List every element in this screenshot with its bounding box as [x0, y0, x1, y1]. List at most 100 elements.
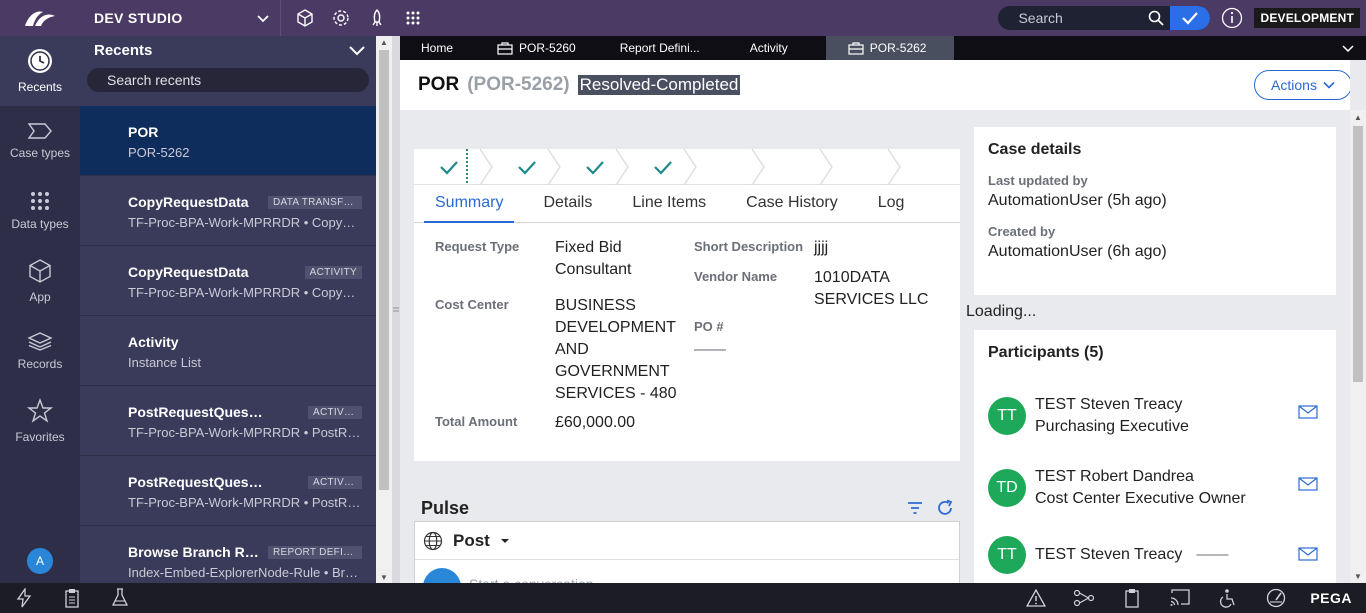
accessibility-button[interactable] — [1204, 583, 1252, 613]
case-side-column: Case details Last updated by AutomationU… — [966, 127, 1336, 583]
filter-icon[interactable] — [906, 500, 924, 516]
globe-icon — [423, 531, 443, 550]
scroll-down-icon[interactable]: ▼ — [376, 571, 392, 583]
scrollbar-thumb[interactable] — [1353, 126, 1363, 382]
rail-item-case-types[interactable]: Case types — [0, 106, 80, 176]
tab-overflow-button[interactable] — [1342, 41, 1366, 55]
chevron-down-icon[interactable] — [348, 44, 366, 56]
recent-item[interactable]: POR POR-5262 — [80, 106, 376, 176]
stage-chevron[interactable] — [547, 148, 561, 185]
case-details-card: Case details Last updated by AutomationU… — [974, 127, 1336, 295]
recents-header[interactable]: Recents — [80, 36, 376, 64]
search-icon[interactable] — [1142, 10, 1170, 26]
po-number-value: —— — [694, 341, 726, 358]
last-updated-label: Last updated by — [988, 173, 1088, 188]
stage-chevron[interactable] — [887, 148, 901, 185]
participant-role: —— — [1196, 546, 1229, 563]
deploy-button[interactable] — [359, 0, 395, 36]
work-tab-label: Report Defini... — [619, 41, 700, 55]
last-updated-value: AutomationUser (5h ago) — [988, 192, 1167, 209]
settings-button[interactable] — [323, 0, 359, 36]
live-ui-button[interactable] — [1156, 583, 1204, 613]
recent-item-title: Activity — [128, 334, 179, 350]
participant-info: TEST Robert Dandrea Cost Center Executiv… — [1035, 466, 1246, 510]
recent-item[interactable]: Browse Branch Rules Index-Embed-Explorer… — [80, 526, 376, 583]
tab-log[interactable]: Log — [867, 184, 916, 222]
accessibility-icon — [1220, 589, 1235, 608]
participant-row: TD TEST Robert Dandrea Cost Center Execu… — [988, 466, 1318, 510]
performance-button[interactable] — [1252, 583, 1300, 613]
rail-item-records[interactable]: Records — [0, 316, 80, 386]
scroll-down-icon[interactable]: ▼ — [1350, 569, 1366, 583]
tracer-button[interactable] — [0, 583, 48, 613]
clipboard-tool-button[interactable] — [1108, 583, 1156, 613]
studio-switcher[interactable]: DEV STUDIO — [80, 10, 280, 26]
email-icon[interactable] — [1298, 547, 1318, 561]
panel-splitter[interactable] — [392, 36, 400, 583]
global-search[interactable]: Search — [998, 6, 1211, 30]
case-scrollbar[interactable]: ▲ ▼ — [1350, 110, 1366, 583]
user-avatar[interactable]: A — [27, 548, 53, 574]
work-tab-por-5262[interactable]: POR-5262 — [825, 36, 955, 60]
tab-line-items[interactable]: Line Items — [621, 184, 717, 222]
email-icon[interactable] — [1298, 477, 1318, 491]
clipboard-button[interactable] — [48, 583, 96, 613]
tab-case-history[interactable]: Case History — [735, 184, 849, 222]
stage-chevron[interactable] — [615, 148, 629, 185]
network-button[interactable] — [1060, 583, 1108, 613]
email-icon[interactable] — [1298, 405, 1318, 419]
conversation-input[interactable]: Start a conversation — [469, 568, 594, 583]
warnings-button[interactable] — [1012, 583, 1060, 613]
work-tab-report-definition[interactable]: Report Defini... — [606, 36, 736, 60]
gauge-icon — [1267, 588, 1286, 608]
rail-label: Case types — [9, 146, 71, 160]
stage-chevron[interactable] — [479, 148, 493, 185]
case-tabs: Summary Details Line Items Case History … — [414, 185, 960, 223]
actions-button[interactable]: Actions — [1254, 70, 1350, 100]
recent-item[interactable]: PostRequestQuestionnaire TF-Proc-BPA-Wor… — [80, 456, 376, 526]
recents-search-input[interactable]: Search recents — [87, 68, 369, 92]
stage-chevron[interactable] — [683, 148, 697, 185]
launcher-button[interactable] — [395, 0, 431, 36]
rail-item-data-types[interactable]: Data types — [0, 176, 80, 246]
scrollbar-thumb[interactable] — [379, 50, 389, 490]
work-tab-activity[interactable]: Activity — [736, 36, 826, 60]
post-audience-selector[interactable]: Post — [415, 522, 959, 560]
recent-item[interactable]: CopyRequestData TF-Proc-BPA-Work-MPRRDR … — [80, 176, 376, 246]
chevron-down-icon — [1342, 45, 1354, 53]
refresh-icon[interactable] — [936, 499, 954, 517]
recents-scrollbar[interactable]: ▲ ▼ — [376, 36, 392, 583]
rail-item-app[interactable]: App — [0, 246, 80, 316]
pega-logo[interactable] — [0, 0, 80, 36]
rail-item-favorites[interactable]: Favorites — [0, 386, 80, 456]
recent-item[interactable]: CopyRequestData TF-Proc-BPA-Work-MPRRDR … — [80, 246, 376, 316]
conversation-input-row[interactable]: Start a conversation — [415, 560, 959, 583]
recent-item-subtitle: TF-Proc-BPA-Work-MPRRDR • PostRequestQue… — [128, 495, 362, 510]
brand-wordmark: PEGA — [1310, 590, 1352, 606]
po-number-label: PO # — [694, 319, 724, 334]
search-submit-button[interactable] — [1170, 6, 1211, 30]
tab-summary[interactable]: Summary — [424, 184, 515, 223]
recent-item[interactable]: PostRequestQuestionnaire TF-Proc-BPA-Wor… — [80, 386, 376, 456]
drag-handle-icon — [393, 307, 399, 311]
recent-item[interactable]: Activity Instance List — [80, 316, 376, 386]
stage-chevron[interactable] — [819, 148, 833, 185]
case-details-title: Case details — [988, 141, 1082, 158]
navigation-rail: Recents Case types Data types App Record… — [0, 36, 80, 583]
stage-progress — [440, 148, 901, 185]
scroll-up-icon[interactable]: ▲ — [376, 36, 392, 48]
rail-item-recents[interactable]: Recents — [0, 36, 80, 106]
vendor-name-label: Vendor Name — [694, 269, 778, 284]
short-description-value: jjjj — [814, 239, 829, 256]
vendor-name-value: 1010DATA SERVICES LLC — [814, 267, 928, 311]
work-tab-por-5260[interactable]: POR-5260 — [483, 36, 606, 60]
scroll-up-icon[interactable]: ▲ — [1350, 110, 1366, 124]
recent-item-type-badge: DATA TRANSFORM — [268, 196, 362, 209]
app-explorer-button[interactable] — [287, 0, 323, 36]
stage-chevron[interactable] — [751, 148, 765, 185]
tab-details[interactable]: Details — [532, 184, 603, 222]
search-input[interactable]: Search — [998, 10, 1142, 26]
work-tab-home[interactable]: Home — [400, 36, 483, 60]
test-button[interactable] — [96, 583, 144, 613]
info-button[interactable] — [1210, 7, 1254, 29]
